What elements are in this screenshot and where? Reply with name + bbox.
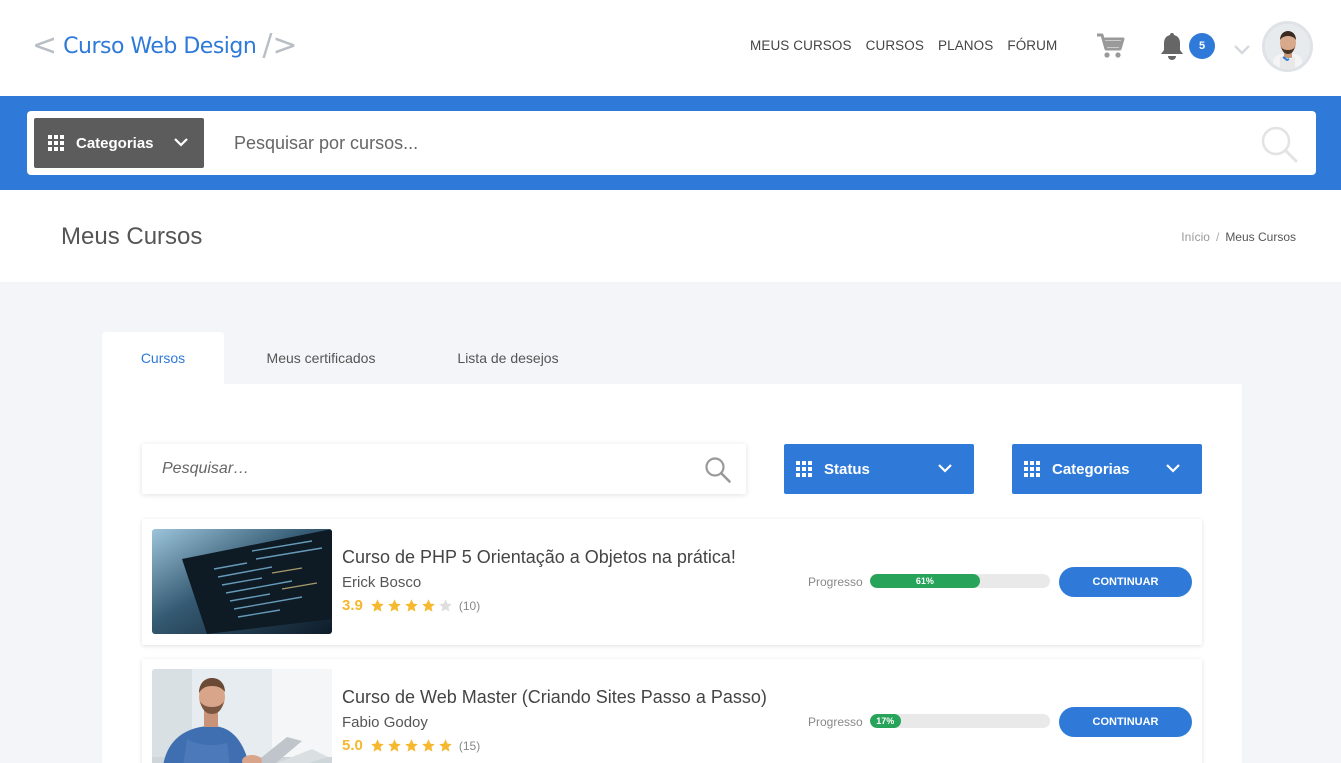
breadcrumb: Início / Meus Cursos (1181, 230, 1296, 244)
status-dropdown[interactable]: Status (784, 444, 974, 494)
page-title: Meus Cursos (61, 223, 203, 250)
breadcrumb-separator: / (1215, 230, 1220, 244)
rating-stars (370, 598, 453, 613)
progress-label: Progresso (808, 575, 863, 589)
progress-bar: 61% (870, 574, 1050, 588)
chevron-down-icon (1166, 464, 1180, 473)
grid-icon (1024, 461, 1040, 477)
chevron-down-icon (938, 464, 952, 473)
progress-bar: 17% (870, 714, 1050, 728)
star-icon (422, 739, 435, 752)
course-author: Erick Bosco (342, 574, 422, 591)
search-band: Categorias (0, 96, 1341, 190)
progress-label: Progresso (808, 715, 863, 729)
course-title[interactable]: Curso de Web Master (Criando Sites Passo… (342, 687, 767, 708)
rating-count: (10) (458, 598, 481, 613)
logo-left-bracket: < (32, 28, 58, 63)
course-thumbnail[interactable] (152, 529, 332, 634)
course-title[interactable]: Curso de PHP 5 Orientação a Objetos na p… (342, 547, 736, 568)
continue-button[interactable]: CONTINUAR (1059, 707, 1192, 737)
notification-badge: 5 (1189, 33, 1215, 59)
star-icon (388, 739, 401, 752)
categories-dropdown[interactable]: Categorias (34, 118, 204, 168)
cart-icon[interactable] (1095, 30, 1127, 62)
star-icon (422, 599, 435, 612)
rating-value: 5.0 (342, 737, 363, 754)
tab-lista-de-desejos[interactable]: Lista de desejos (418, 332, 598, 384)
search-icon[interactable] (704, 456, 732, 484)
chevron-down-icon[interactable] (1233, 42, 1251, 56)
nav-forum[interactable]: FÓRUM (1007, 38, 1057, 53)
course-rating: 3.9 (10) (342, 597, 480, 614)
course-card[interactable]: Curso de PHP 5 Orientação a Objetos na p… (142, 519, 1202, 645)
filter-search-input[interactable] (162, 456, 682, 482)
nav-planos[interactable]: PLANOS (938, 38, 993, 53)
main-search-bar: Categorias (27, 111, 1316, 175)
categories-filter-dropdown[interactable]: Categorias (1012, 444, 1202, 494)
tab-cursos[interactable]: Cursos (102, 332, 224, 384)
status-label: Status (824, 460, 870, 478)
top-header: < Curso Web Design /> MEUS CURSOS CURSOS… (0, 0, 1341, 96)
avatar[interactable] (1262, 21, 1313, 72)
chevron-down-icon (174, 138, 188, 147)
nav-cursos[interactable]: CURSOS (866, 38, 924, 53)
rating-stars (370, 738, 453, 753)
bell-icon[interactable] (1158, 31, 1186, 61)
logo-text: Curso Web Design (63, 33, 257, 59)
main-nav: MEUS CURSOS CURSOS PLANOS FÓRUM (750, 38, 1057, 53)
star-icon (371, 599, 384, 612)
star-icon (388, 599, 401, 612)
rating-count: (15) (458, 738, 481, 753)
nav-meus-cursos[interactable]: MEUS CURSOS (750, 38, 852, 53)
categories-label: Categorias (76, 134, 154, 152)
progress-fill: 61% (870, 574, 980, 588)
tab-meus-certificados[interactable]: Meus certificados (224, 332, 418, 384)
grid-icon (48, 135, 64, 151)
star-icon (439, 739, 452, 752)
breadcrumb-home[interactable]: Início (1181, 230, 1210, 244)
course-rating: 5.0 (15) (342, 737, 480, 754)
continue-button[interactable]: CONTINUAR (1059, 567, 1192, 597)
breadcrumb-current: Meus Cursos (1225, 230, 1296, 244)
progress-fill: 17% (870, 714, 901, 728)
filter-search-box (142, 444, 746, 494)
site-logo[interactable]: < Curso Web Design /> (32, 26, 298, 66)
star-icon (371, 739, 384, 752)
course-card[interactable]: Curso de Web Master (Criando Sites Passo… (142, 659, 1202, 763)
course-tabs: Cursos Meus certificados Lista de desejo… (102, 332, 598, 384)
grid-icon (796, 461, 812, 477)
categories-filter-label: Categorias (1052, 460, 1130, 478)
star-icon (405, 599, 418, 612)
search-icon[interactable] (1260, 125, 1298, 163)
course-thumbnail[interactable] (152, 669, 332, 763)
page-header: Meus Cursos Início / Meus Cursos (0, 190, 1341, 282)
logo-right-bracket: /> (262, 28, 298, 63)
course-author: Fabio Godoy (342, 714, 428, 731)
star-empty-icon (439, 599, 452, 612)
course-search-input[interactable] (234, 125, 1244, 161)
rating-value: 3.9 (342, 597, 363, 614)
courses-panel: Status Categorias (102, 384, 1242, 763)
star-icon (405, 739, 418, 752)
